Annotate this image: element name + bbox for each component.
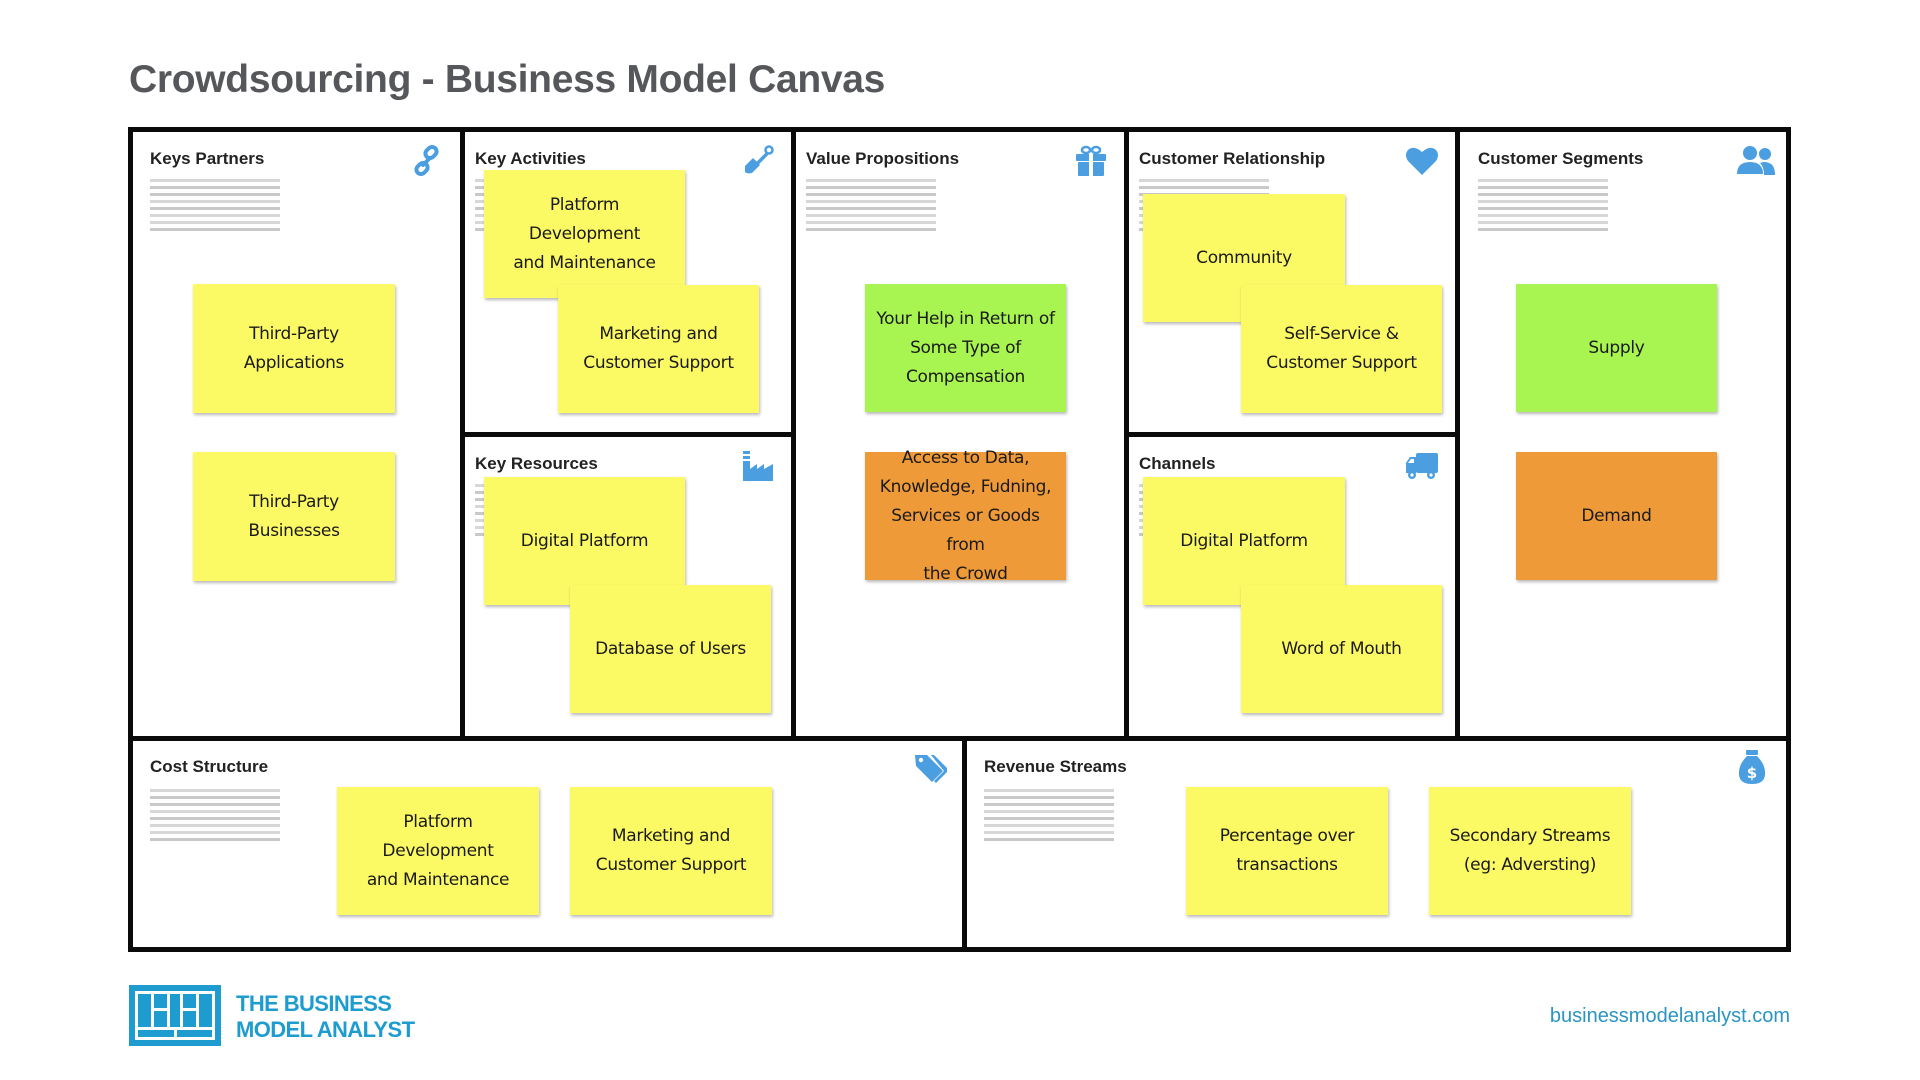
sticky-note[interactable]: Self-Service & Customer Support [1241, 285, 1442, 413]
gift-icon [1074, 144, 1108, 178]
block-title: Value Propositions [806, 149, 960, 168]
placeholder-lines [150, 789, 280, 845]
link-icon [410, 144, 444, 178]
block-title: Customer Relationship [1139, 149, 1326, 168]
heart-icon [1405, 144, 1439, 178]
factory-icon [741, 449, 775, 483]
brand-line-2: MODEL ANALYST [236, 1017, 415, 1042]
block-title: Key Activities [475, 149, 586, 168]
sticky-note[interactable]: Database of Users [570, 585, 771, 713]
money-bag-icon: $ [1738, 749, 1766, 785]
placeholder-lines [806, 179, 936, 235]
block-revenue-streams: Revenue Streams $ Percentage over transa… [967, 741, 1786, 947]
shovel-icon [741, 144, 775, 178]
sticky-note[interactable]: Demand [1516, 452, 1717, 580]
website-link[interactable]: businessmodelanalyst.com [1550, 1005, 1790, 1028]
sticky-note[interactable]: Marketing and Customer Support [570, 787, 772, 915]
placeholder-lines [1478, 179, 1608, 235]
block-customer-segments: Customer Segments Supply Demand [1460, 132, 1786, 736]
placeholder-lines [150, 179, 280, 235]
block-title: Customer Segments [1478, 149, 1644, 168]
truck-icon [1405, 449, 1439, 483]
block-title: Key Resources [475, 454, 598, 473]
sticky-note[interactable]: Third-Party Businesses [193, 452, 395, 581]
canvas-logo-icon [129, 985, 221, 1046]
brand-name: THE BUSINESS MODEL ANALYST [236, 991, 476, 1043]
block-title: Cost Structure [150, 757, 269, 776]
block-title: Revenue Streams [984, 757, 1127, 776]
sticky-note[interactable]: Word of Mouth [1241, 585, 1442, 713]
block-title: Keys Partners [150, 149, 265, 168]
sticky-note[interactable]: Supply [1516, 284, 1717, 412]
sticky-note[interactable]: Platform Development and Maintenance [484, 170, 685, 298]
sticky-note[interactable]: Your Help in Return of Some Type of Comp… [865, 284, 1066, 412]
sticky-note[interactable]: Third-Party Applications [193, 284, 395, 413]
sticky-note[interactable]: Secondary Streams (eg: Adversting) [1429, 787, 1631, 915]
users-icon [1736, 144, 1776, 178]
svg-text:$: $ [1747, 764, 1757, 782]
page-title: Crowdsourcing - Business Model Canvas [129, 58, 886, 101]
block-channels: Channels Digital Platform Word of Mouth [1129, 437, 1455, 736]
block-key-activities: Key Activities Platform Development and … [465, 132, 791, 432]
brand-line-1: THE BUSINESS [236, 991, 392, 1016]
block-key-partners: Keys Partners Third-Party Applications T… [133, 132, 460, 736]
sticky-note[interactable]: Access to Data, Knowledge, Fudning, Serv… [865, 448, 1066, 584]
sticky-note[interactable]: Percentage over transactions [1186, 787, 1388, 915]
block-key-resources: Key Resources Digital Platform Database … [465, 437, 791, 736]
block-value-propositions: Value Propositions Your Help in Return o… [796, 132, 1124, 736]
sticky-note[interactable]: Platform Development and Maintenance [337, 787, 539, 915]
sticky-note[interactable]: Marketing and Customer Support [558, 285, 759, 413]
block-cost-structure: Cost Structure Platform Development and … [133, 741, 962, 947]
block-customer-relationship: Customer Relationship Community Self-Ser… [1129, 132, 1455, 432]
placeholder-lines [984, 789, 1114, 845]
tags-icon [913, 751, 948, 785]
block-title: Channels [1139, 454, 1216, 473]
